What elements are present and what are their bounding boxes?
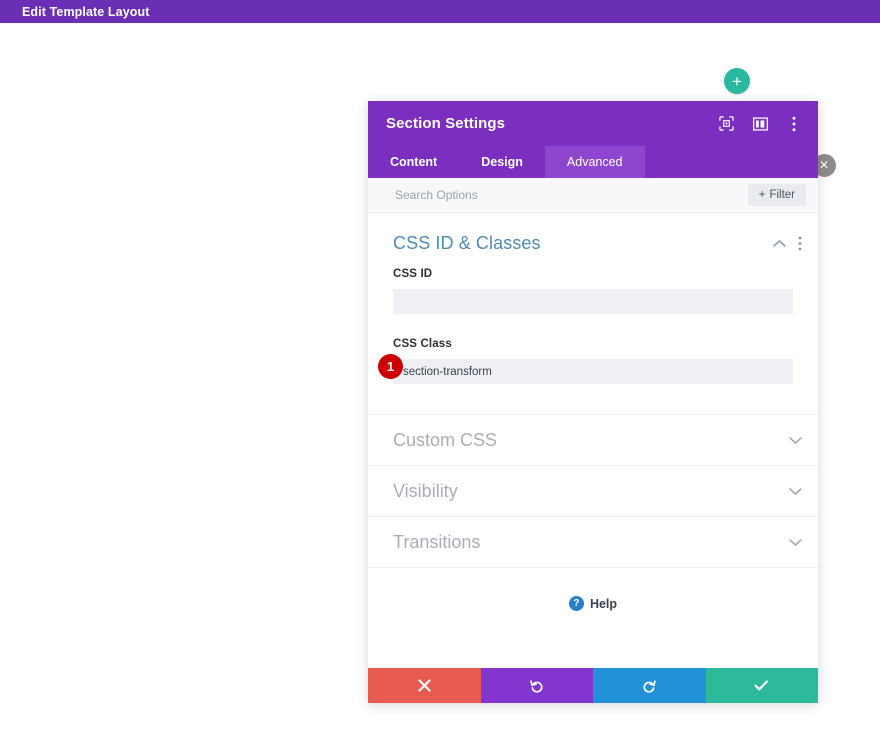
tab-content[interactable]: Content xyxy=(368,146,459,178)
modal-header-icons xyxy=(718,116,802,132)
css-id-input[interactable] xyxy=(393,289,793,314)
section-title: CSS ID & Classes xyxy=(393,233,541,253)
section-title: Custom CSS xyxy=(393,429,498,450)
plus-icon: + xyxy=(758,189,766,201)
section-header-visibility[interactable]: Visibility xyxy=(368,466,818,517)
question-mark-icon: ? xyxy=(568,596,584,611)
layout-columns-icon[interactable] xyxy=(752,116,768,132)
more-vertical-icon[interactable] xyxy=(786,116,802,132)
modal-body: CSS ID & Classes CSS ID CSS Class 1 sect… xyxy=(368,213,818,668)
help-area: ? Help xyxy=(368,568,818,668)
css-class-input-wrapper: 1 xyxy=(378,354,793,384)
field-css-id: CSS ID xyxy=(368,268,818,314)
admin-bar: Edit Template Layout xyxy=(0,0,880,23)
save-button[interactable] xyxy=(705,668,818,703)
section-header-transitions[interactable]: Transitions xyxy=(368,517,818,568)
section-title: Visibility xyxy=(393,480,458,501)
cancel-button[interactable] xyxy=(368,668,481,703)
filter-button[interactable]: + Filter xyxy=(747,184,806,206)
modal-footer xyxy=(368,668,818,703)
more-vertical-icon[interactable] xyxy=(798,236,802,251)
modal-tabs: Content Design Advanced xyxy=(368,146,818,178)
redo-button[interactable] xyxy=(593,668,706,703)
tab-design[interactable]: Design xyxy=(459,146,545,178)
section-header-custom-css[interactable]: Custom CSS xyxy=(368,415,818,466)
field-spacer xyxy=(368,314,818,338)
chevron-down-icon[interactable] xyxy=(789,538,802,547)
section-header-css-id-classes[interactable]: CSS ID & Classes xyxy=(368,213,818,268)
focus-icon[interactable] xyxy=(718,116,734,132)
chevron-down-icon[interactable] xyxy=(789,487,802,496)
modal-header: Section Settings xyxy=(368,101,818,146)
search-input[interactable] xyxy=(393,187,748,203)
admin-bar-title: Edit Template Layout xyxy=(22,4,150,19)
section-title: Transitions xyxy=(393,531,481,552)
field-label: CSS ID xyxy=(393,268,433,280)
modal-title: Section Settings xyxy=(386,115,506,132)
undo-button[interactable] xyxy=(480,668,593,703)
add-section-button[interactable]: + xyxy=(724,68,750,94)
help-label: Help xyxy=(589,596,618,611)
section-settings-modal: Section Settings Content Design Advanced… xyxy=(368,101,818,703)
search-options-row: + Filter xyxy=(368,178,818,213)
field-css-class: CSS Class 1 xyxy=(368,338,818,384)
filter-button-label: Filter xyxy=(769,189,795,201)
step-badge: 1 xyxy=(378,354,403,379)
help-link[interactable]: ? Help xyxy=(568,596,618,611)
field-label: CSS Class xyxy=(393,338,452,350)
page-canvas: + ✕ Section Settings Content Design Adva… xyxy=(0,23,880,743)
css-class-input[interactable] xyxy=(393,359,793,384)
tab-advanced[interactable]: Advanced xyxy=(544,146,645,178)
chevron-up-icon[interactable] xyxy=(773,239,786,248)
add-section-button-wrapper: + xyxy=(713,57,761,105)
chevron-down-icon[interactable] xyxy=(789,436,802,445)
